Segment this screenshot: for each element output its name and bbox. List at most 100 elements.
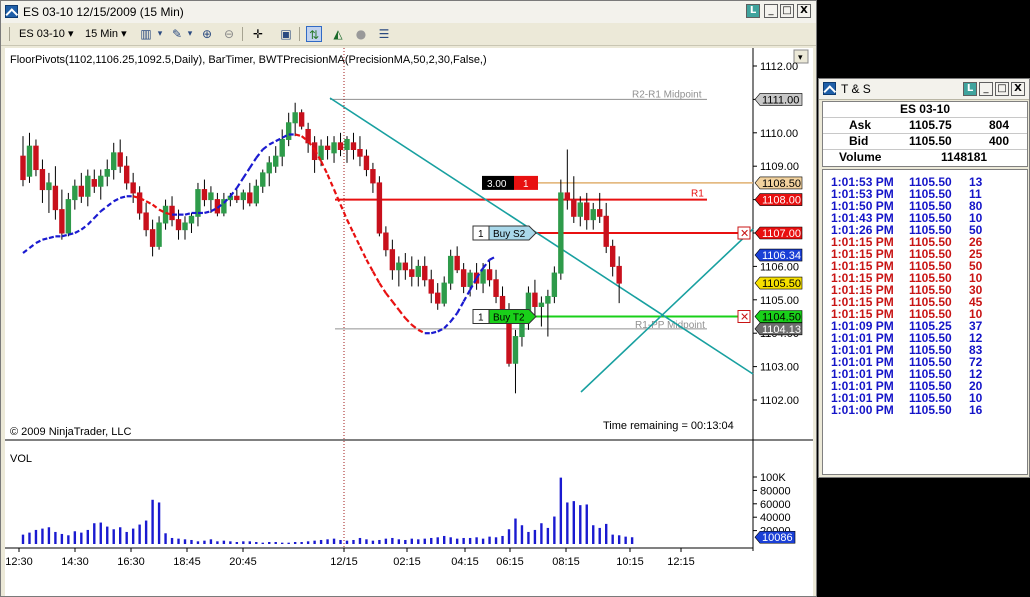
draw-pencil-icon[interactable]: ✎: [169, 26, 185, 42]
price-chart[interactable]: ▾ FloorPivots(1102,1106.25,1092.5,Daily)…: [5, 48, 813, 596]
cancel-order-button[interactable]: ✕: [737, 226, 751, 240]
maximize-button[interactable]: □: [780, 4, 794, 18]
ma-segment: [462, 289, 472, 303]
zoom-out-icon[interactable]: ⊖: [221, 26, 237, 42]
ma-segment: [378, 282, 387, 294]
candle-body: [279, 138, 285, 157]
instrument-selector[interactable]: ES 03-10 ▾: [19, 26, 73, 42]
price-tick-label: 1106.00: [760, 261, 799, 273]
ts-trade-row[interactable]: 1:01:00 PM 1105.50 16: [823, 404, 1027, 416]
ma-segment: [262, 143, 270, 151]
chevron-down-icon: ▾: [67, 28, 74, 40]
candle-body: [266, 162, 272, 174]
volume-tick-label: 60000: [760, 499, 791, 511]
buy-t2-order-qty: 1: [478, 313, 484, 324]
ma-segment: [42, 236, 50, 241]
candle-body: [156, 222, 162, 247]
candle-body: [402, 262, 409, 271]
ma-segment: [320, 160, 329, 176]
ma-segment: [119, 195, 127, 199]
volume-label: Volume: [839, 150, 882, 164]
ma-segment: [482, 259, 491, 269]
ts-trade-list[interactable]: 1:01:53 PM 1105.50 13 1:01:53 PM 1105.50 11 1:…: [822, 169, 1028, 475]
price-tick-label: 1105.00: [760, 295, 799, 307]
strategy-icon[interactable]: ●: [353, 26, 369, 42]
ts-bid-row: Bid 1105.50 400: [823, 134, 1027, 150]
data-box-icon[interactable]: ☰: [376, 26, 392, 42]
ma-segment: [339, 204, 349, 221]
candle-body: [305, 128, 311, 144]
trendline-down[interactable]: [329, 97, 754, 375]
price-marker-label: 1104.50: [762, 312, 801, 324]
ts-instrument[interactable]: ES 03-10: [823, 102, 1027, 117]
bar-type-icon[interactable]: ▥: [138, 26, 154, 42]
candle-body: [590, 209, 596, 221]
position-marker[interactable]: 3.00 1: [482, 175, 538, 190]
candle-body: [182, 222, 188, 231]
candle-body: [324, 145, 331, 151]
chevron-down-icon[interactable]: ▾: [155, 26, 165, 42]
chevron-down-icon[interactable]: ▾: [185, 26, 195, 42]
ma-segment: [61, 233, 69, 238]
buy-s2-order-qty: 1: [478, 229, 484, 240]
chart-title-bar[interactable]: ES 03-10 12/15/2009 (15 Min) L _ □ X: [1, 1, 816, 24]
properties-icon[interactable]: ▣: [278, 26, 294, 42]
ma-segment: [430, 330, 438, 335]
copyright-text: © 2009 NinjaTrader, LLC: [10, 426, 131, 438]
indicators-icon[interactable]: ◭: [330, 26, 346, 42]
volume-bars: [21, 477, 634, 544]
candle-body: [616, 265, 622, 284]
ma-segment: [404, 317, 413, 326]
chart-window[interactable]: ES 03-10 12/15/2009 (15 Min) L _ □ X ES …: [0, 0, 817, 597]
crosshair-icon[interactable]: ✛: [250, 26, 266, 42]
candlestick-bars: [20, 102, 622, 394]
candle-body: [104, 169, 110, 177]
minimize-button[interactable]: _: [764, 4, 778, 18]
chart-area[interactable]: ▾ FloorPivots(1102,1106.25,1092.5,Daily)…: [5, 48, 813, 596]
buy-t2-order[interactable]: 1 Buy T2: [472, 309, 537, 324]
candle-body: [285, 122, 292, 140]
trendline-up[interactable]: [580, 228, 754, 393]
close-button[interactable]: X: [1011, 82, 1025, 96]
interval-selector-label: 15 Min: [85, 28, 119, 40]
ma-segment: [74, 228, 82, 234]
zoom-in-icon[interactable]: ⊕: [199, 26, 215, 42]
candle-body: [609, 245, 616, 267]
ma-segment: [248, 157, 258, 169]
ma-segment: [106, 200, 115, 208]
ma-segment: [268, 140, 277, 146]
candle-body: [493, 279, 499, 297]
candle-body: [357, 149, 363, 157]
interval-selector[interactable]: 15 Min ▾: [85, 26, 127, 42]
candle-body: [331, 142, 337, 154]
link-button[interactable]: L: [963, 82, 977, 96]
ma-segment: [87, 217, 96, 226]
ma-segment: [489, 255, 497, 261]
candle-body: [532, 292, 538, 307]
ma-segment: [22, 247, 31, 254]
cancel-order-button[interactable]: ✕: [737, 310, 751, 324]
chart-toolbar: ES 03-10 ▾ 15 Min ▾ ▥ ▾ ✎ ▾ ⊕ ⊖ ✛ ▣ ⇅ ◭ …: [1, 23, 816, 46]
candle-body: [143, 212, 149, 231]
ts-title-bar[interactable]: T & S L _ □ X: [819, 79, 1029, 100]
candle-body: [558, 192, 564, 274]
candle-body: [188, 215, 195, 224]
toolbar-grip: [9, 27, 10, 41]
maximize-button[interactable]: □: [995, 82, 1009, 96]
trendlines[interactable]: [329, 97, 754, 393]
volume-tick-label: 80000: [760, 485, 791, 497]
ma-segment: [229, 187, 238, 197]
candle-body: [240, 192, 247, 201]
time-tick-label: 10:15: [616, 556, 644, 568]
link-button[interactable]: L: [746, 4, 760, 18]
time-and-sales-window[interactable]: T & S L _ □ X ES 03-10 Ask 1105.75 804 B…: [818, 78, 1030, 478]
chart-trader-icon[interactable]: ⇅: [306, 26, 322, 42]
close-button[interactable]: X: [797, 4, 811, 18]
precision-ma-line: [22, 133, 497, 335]
candle-body: [234, 195, 240, 201]
minimize-button[interactable]: _: [979, 82, 993, 96]
buy-s2-order[interactable]: 1 Buy S2: [472, 225, 537, 241]
candle-body: [162, 205, 169, 224]
candle-body: [396, 262, 402, 271]
candle-body: [33, 145, 39, 171]
